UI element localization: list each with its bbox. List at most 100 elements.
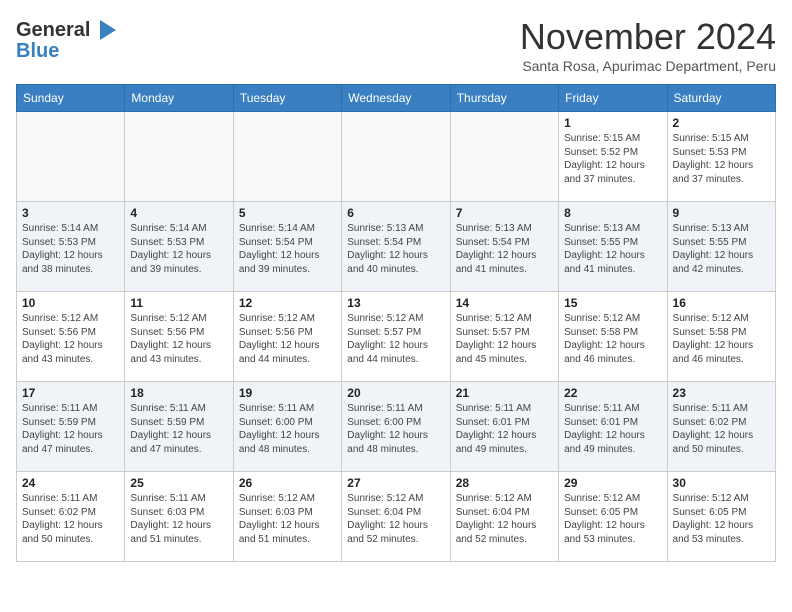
calendar-week-2: 3 Sunrise: 5:14 AMSunset: 5:53 PMDaylight… bbox=[17, 202, 776, 292]
page-header: General Blue November 2024 Santa Rosa, A… bbox=[16, 16, 776, 74]
calendar-cell: 28Sunrise: 5:12 AMSunset: 6:04 PMDayligh… bbox=[450, 472, 558, 562]
calendar-cell: 29 Sunrise: 5:12 AMSunset: 6:05 PMDayligh… bbox=[559, 472, 667, 562]
day-info: Sunrise: 5:11 AMSunset: 6:01 PMDaylight:… bbox=[564, 402, 661, 456]
day-info: Sunrise: 5:12 AMSunset: 5:58 PMDaylight:… bbox=[673, 312, 770, 366]
day-number: 7 bbox=[456, 206, 553, 220]
day-info: Sunrise: 5:12 AMSunset: 5:57 PMDaylight:… bbox=[347, 312, 444, 366]
calendar-cell: 3Sunrise: 5:14 AMSunset: 5:53 PMDaylight… bbox=[17, 202, 125, 292]
day-info: Sunrise: 5:15 AMSunset: 5:52 PMDaylight:… bbox=[564, 132, 661, 186]
day-number: 9 bbox=[673, 206, 770, 220]
day-number: 13 bbox=[347, 296, 444, 310]
day-info: Sunrise: 5:11 AMSunset: 6:00 PMDaylight:… bbox=[347, 402, 444, 456]
calendar-cell: 4 Sunrise: 5:14 AMSunset: 5:53 PMDaylight… bbox=[125, 202, 233, 292]
day-info: Sunrise: 5:13 AMSunset: 5:55 PMDaylight:… bbox=[673, 222, 770, 276]
col-thursday: Thursday bbox=[450, 85, 558, 112]
calendar-cell: 21 Sunrise: 5:11 AMSunset: 6:01 PMDayligh… bbox=[450, 382, 558, 472]
calendar-cell: 17Sunrise: 5:11 AMSunset: 5:59 PMDayligh… bbox=[17, 382, 125, 472]
calendar-cell: 16Sunrise: 5:12 AMSunset: 5:58 PMDayligh… bbox=[667, 292, 775, 382]
day-number: 19 bbox=[239, 386, 336, 400]
calendar-cell: 25 Sunrise: 5:11 AMSunset: 6:03 PMDayligh… bbox=[125, 472, 233, 562]
calendar-header-row: Sunday Monday Tuesday Wednesday Thursday… bbox=[17, 85, 776, 112]
calendar-cell: 26Sunrise: 5:12 AMSunset: 6:03 PMDayligh… bbox=[233, 472, 341, 562]
day-info: Sunrise: 5:11 AMSunset: 6:01 PMDaylight:… bbox=[456, 402, 553, 456]
calendar-cell: 11Sunrise: 5:12 AMSunset: 5:56 PMDayligh… bbox=[125, 292, 233, 382]
calendar-cell: 9 Sunrise: 5:13 AMSunset: 5:55 PMDaylight… bbox=[667, 202, 775, 292]
calendar-cell: 10 Sunrise: 5:12 AMSunset: 5:56 PMDayligh… bbox=[17, 292, 125, 382]
calendar-cell: 15 Sunrise: 5:12 AMSunset: 5:58 PMDayligh… bbox=[559, 292, 667, 382]
col-monday: Monday bbox=[125, 85, 233, 112]
day-number: 30 bbox=[673, 476, 770, 490]
day-info: Sunrise: 5:11 AMSunset: 6:00 PMDaylight:… bbox=[239, 402, 336, 456]
col-sunday: Sunday bbox=[17, 85, 125, 112]
calendar-week-3: 10 Sunrise: 5:12 AMSunset: 5:56 PMDayligh… bbox=[17, 292, 776, 382]
calendar-week-4: 17Sunrise: 5:11 AMSunset: 5:59 PMDayligh… bbox=[17, 382, 776, 472]
day-number: 24 bbox=[22, 476, 119, 490]
day-number: 25 bbox=[130, 476, 227, 490]
day-number: 27 bbox=[347, 476, 444, 490]
day-number: 29 bbox=[564, 476, 661, 490]
day-number: 12 bbox=[239, 296, 336, 310]
day-info: Sunrise: 5:11 AMSunset: 6:02 PMDaylight:… bbox=[22, 492, 119, 546]
calendar-cell bbox=[125, 112, 233, 202]
day-info: Sunrise: 5:15 AMSunset: 5:53 PMDaylight:… bbox=[673, 132, 770, 186]
day-number: 21 bbox=[456, 386, 553, 400]
day-info: Sunrise: 5:14 AMSunset: 5:54 PMDaylight:… bbox=[239, 222, 336, 276]
day-info: Sunrise: 5:12 AMSunset: 5:56 PMDaylight:… bbox=[239, 312, 336, 366]
calendar-cell bbox=[342, 112, 450, 202]
day-info: Sunrise: 5:13 AMSunset: 5:54 PMDaylight:… bbox=[456, 222, 553, 276]
day-info: Sunrise: 5:11 AMSunset: 6:02 PMDaylight:… bbox=[673, 402, 770, 456]
logo-icon bbox=[92, 16, 120, 44]
calendar-cell: 23 Sunrise: 5:11 AMSunset: 6:02 PMDayligh… bbox=[667, 382, 775, 472]
day-info: Sunrise: 5:12 AMSunset: 6:05 PMDaylight:… bbox=[673, 492, 770, 546]
calendar-cell: 6Sunrise: 5:13 AMSunset: 5:54 PMDaylight… bbox=[342, 202, 450, 292]
day-number: 4 bbox=[130, 206, 227, 220]
calendar-cell: 2 Sunrise: 5:15 AMSunset: 5:53 PMDaylight… bbox=[667, 112, 775, 202]
calendar-cell: 18Sunrise: 5:11 AMSunset: 5:59 PMDayligh… bbox=[125, 382, 233, 472]
day-number: 10 bbox=[22, 296, 119, 310]
day-number: 26 bbox=[239, 476, 336, 490]
day-info: Sunrise: 5:11 AMSunset: 6:03 PMDaylight:… bbox=[130, 492, 227, 546]
day-number: 5 bbox=[239, 206, 336, 220]
calendar-week-1: 1 Sunrise: 5:15 AMSunset: 5:52 PMDaylight… bbox=[17, 112, 776, 202]
day-number: 6 bbox=[347, 206, 444, 220]
day-info: Sunrise: 5:12 AMSunset: 6:04 PMDaylight:… bbox=[347, 492, 444, 546]
calendar-cell bbox=[233, 112, 341, 202]
calendar-cell: 12 Sunrise: 5:12 AMSunset: 5:56 PMDayligh… bbox=[233, 292, 341, 382]
day-number: 18 bbox=[130, 386, 227, 400]
calendar-table: Sunday Monday Tuesday Wednesday Thursday… bbox=[16, 84, 776, 562]
col-saturday: Saturday bbox=[667, 85, 775, 112]
calendar-cell: 20Sunrise: 5:11 AMSunset: 6:00 PMDayligh… bbox=[342, 382, 450, 472]
calendar-cell: 5 Sunrise: 5:14 AMSunset: 5:54 PMDaylight… bbox=[233, 202, 341, 292]
calendar-cell: 22 Sunrise: 5:11 AMSunset: 6:01 PMDayligh… bbox=[559, 382, 667, 472]
day-number: 8 bbox=[564, 206, 661, 220]
day-info: Sunrise: 5:13 AMSunset: 5:55 PMDaylight:… bbox=[564, 222, 661, 276]
calendar-cell: 30 Sunrise: 5:12 AMSunset: 6:05 PMDayligh… bbox=[667, 472, 775, 562]
day-number: 1 bbox=[564, 116, 661, 130]
logo: General Blue bbox=[16, 16, 120, 63]
day-info: Sunrise: 5:14 AMSunset: 5:53 PMDaylight:… bbox=[130, 222, 227, 276]
col-friday: Friday bbox=[559, 85, 667, 112]
col-tuesday: Tuesday bbox=[233, 85, 341, 112]
calendar-cell bbox=[450, 112, 558, 202]
calendar-cell: 19 Sunrise: 5:11 AMSunset: 6:00 PMDayligh… bbox=[233, 382, 341, 472]
day-info: Sunrise: 5:11 AMSunset: 5:59 PMDaylight:… bbox=[22, 402, 119, 456]
title-section: November 2024 Santa Rosa, Apurimac Depar… bbox=[520, 16, 776, 74]
location-subtitle: Santa Rosa, Apurimac Department, Peru bbox=[520, 58, 776, 74]
month-title: November 2024 bbox=[520, 16, 776, 58]
logo-text-general: General bbox=[16, 19, 90, 42]
day-number: 3 bbox=[22, 206, 119, 220]
calendar-cell: 27 Sunrise: 5:12 AMSunset: 6:04 PMDayligh… bbox=[342, 472, 450, 562]
calendar-week-5: 24 Sunrise: 5:11 AMSunset: 6:02 PMDayligh… bbox=[17, 472, 776, 562]
day-number: 2 bbox=[673, 116, 770, 130]
day-info: Sunrise: 5:12 AMSunset: 5:58 PMDaylight:… bbox=[564, 312, 661, 366]
day-number: 22 bbox=[564, 386, 661, 400]
day-number: 14 bbox=[456, 296, 553, 310]
day-number: 23 bbox=[673, 386, 770, 400]
day-info: Sunrise: 5:12 AMSunset: 5:56 PMDaylight:… bbox=[22, 312, 119, 366]
calendar-cell: 24 Sunrise: 5:11 AMSunset: 6:02 PMDayligh… bbox=[17, 472, 125, 562]
col-wednesday: Wednesday bbox=[342, 85, 450, 112]
calendar-cell: 7 Sunrise: 5:13 AMSunset: 5:54 PMDaylight… bbox=[450, 202, 558, 292]
calendar-cell: 14Sunrise: 5:12 AMSunset: 5:57 PMDayligh… bbox=[450, 292, 558, 382]
day-info: Sunrise: 5:12 AMSunset: 6:05 PMDaylight:… bbox=[564, 492, 661, 546]
day-number: 15 bbox=[564, 296, 661, 310]
